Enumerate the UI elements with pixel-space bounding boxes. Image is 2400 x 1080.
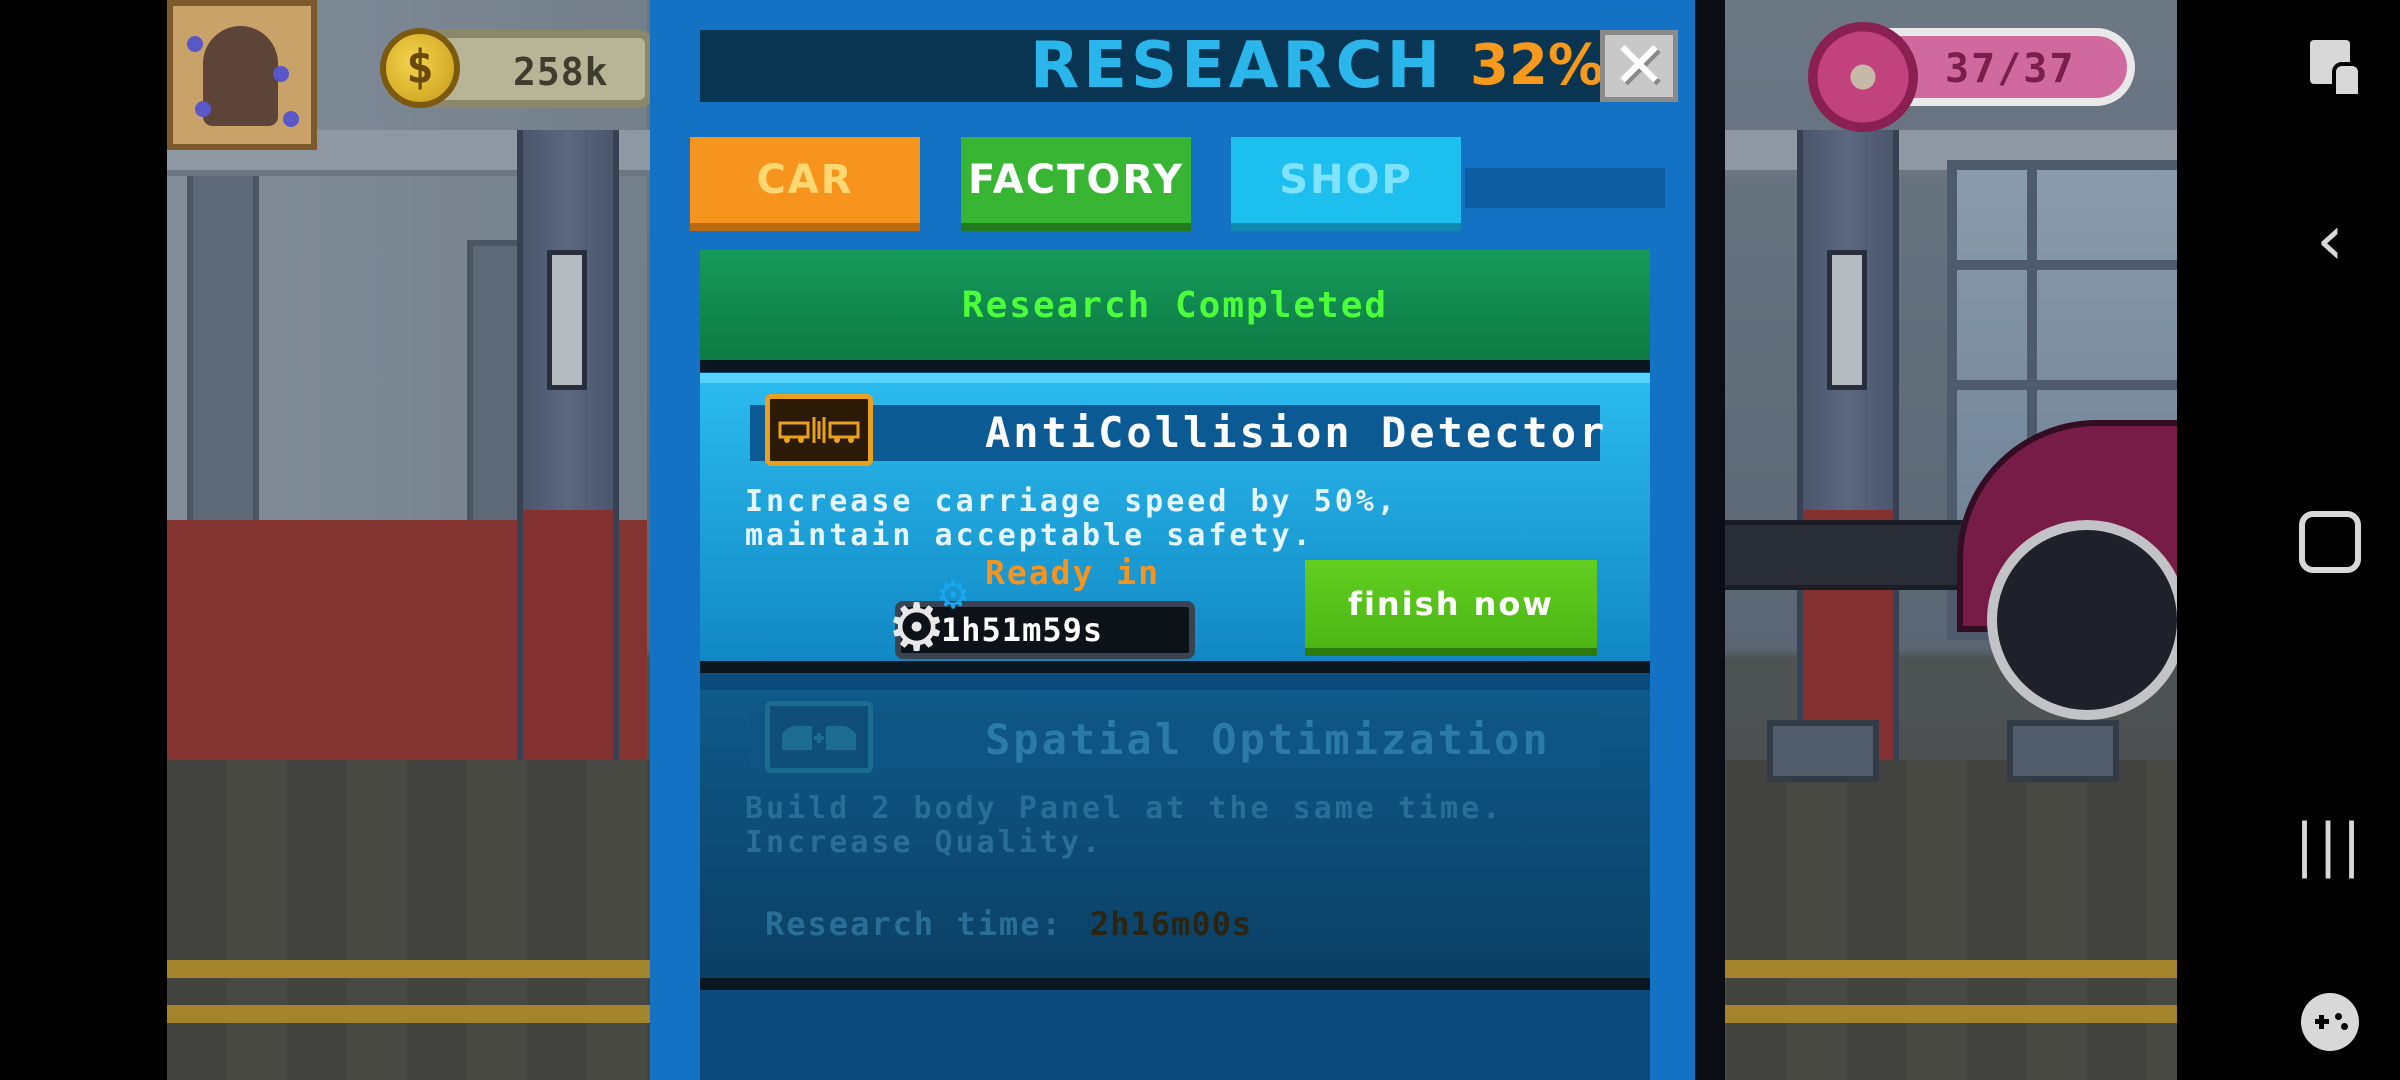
game-shape [2301, 993, 2359, 1051]
spatial-optimization-icon [765, 701, 873, 773]
research-time-value: 2h16m00s [1090, 905, 1253, 943]
card-description-line: Increase Quality. [745, 825, 1104, 860]
accessibility-assist-icon[interactable] [2290, 22, 2370, 102]
donut-icon [1808, 22, 1918, 132]
research-time-label: Research time: [765, 905, 1063, 943]
game-screen: 258k $ 37/37 RESEARCH 32% ✕ CAR FACTORY … [0, 0, 2400, 1080]
finish-now-button[interactable]: finish now [1305, 560, 1597, 656]
card-title: Spatial Optimization [985, 715, 1551, 764]
home-icon[interactable] [2290, 502, 2370, 582]
dpad-v [2319, 1015, 2324, 1029]
section-header-label: Research Completed [961, 284, 1389, 326]
back-icon[interactable]: ‹ [2290, 199, 2370, 281]
tab-rail [1465, 168, 1665, 208]
assist-shape [2310, 40, 2362, 98]
donut-amount: 37/37 [1945, 46, 2076, 92]
player-avatar[interactable] [167, 0, 317, 150]
collision-detector-icon [765, 394, 873, 466]
close-button[interactable]: ✕ [1600, 30, 1678, 102]
coin-amount: 258k [513, 50, 609, 94]
collision-detector-glyph [778, 417, 860, 443]
avatar-dot [283, 111, 299, 127]
tab-shop[interactable]: SHOP [1231, 137, 1461, 231]
coin-icon: $ [380, 28, 460, 108]
avatar-figure [203, 26, 278, 126]
game-button [2335, 1013, 2342, 1020]
research-modal: RESEARCH 32% ✕ CAR FACTORY SHOP Research… [650, 0, 1695, 1080]
card-description-line: Increase carriage speed by 50%, [745, 484, 1398, 519]
avatar-dot [187, 36, 203, 52]
avatar-dot [195, 101, 211, 117]
recent-apps-icon[interactable]: ||| [2290, 805, 2370, 885]
research-card-spatial-optimization[interactable]: Spatial Optimization Build 2 body Panel … [700, 690, 1650, 990]
research-completed-header[interactable]: Research Completed [700, 250, 1650, 372]
game-button [2341, 1023, 2348, 1030]
close-icon: ✕ [1612, 29, 1666, 103]
modal-title: RESEARCH [1030, 29, 1445, 103]
research-card-anticollision[interactable]: AntiCollision Detector Increase carriage… [700, 373, 1650, 673]
tab-factory[interactable]: FACTORY [961, 137, 1191, 231]
ready-in-label: Ready in [985, 553, 1160, 592]
spatial-optimization-glyph [782, 725, 856, 750]
card-description: Increase carriage speed by 50%, maintain… [745, 485, 1625, 553]
avatar-dot [273, 66, 289, 82]
card-title: AntiCollision Detector [985, 408, 1608, 457]
card-description-line: maintain acceptable safety. [745, 518, 1314, 553]
modal-title-bar: RESEARCH 32% [700, 29, 1604, 103]
modal-shadow [1695, 100, 1725, 1055]
card-description-line: Build 2 body Panel at the same time. [745, 791, 1504, 826]
small-gear-icon: ⚙ [936, 573, 971, 617]
game-launcher-icon[interactable] [2290, 982, 2370, 1062]
tab-car[interactable]: CAR [690, 137, 920, 231]
home-square [2299, 511, 2361, 573]
card-description: Build 2 body Panel at the same time. Inc… [745, 792, 1625, 860]
research-percent: 32% [1470, 33, 1605, 98]
